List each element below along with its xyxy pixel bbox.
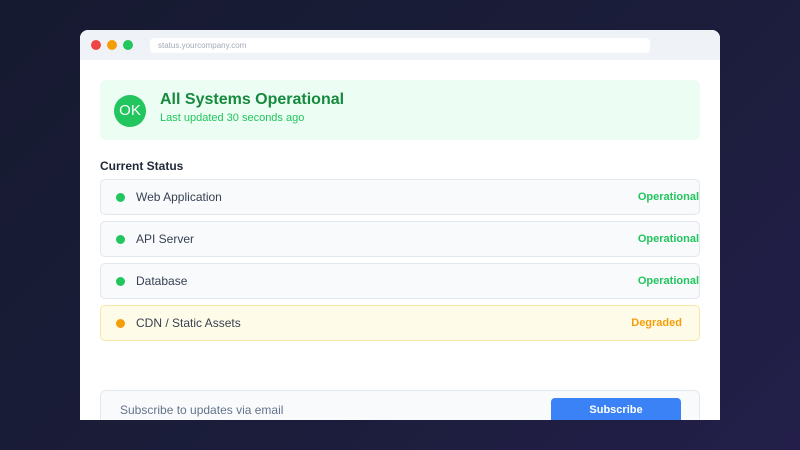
status-dot-icon xyxy=(116,277,125,286)
close-window-button[interactable] xyxy=(91,40,101,50)
service-name: Database xyxy=(136,274,188,288)
service-status: Operational xyxy=(637,233,699,245)
browser-titlebar: status.yourcompany.com xyxy=(80,30,720,60)
maximize-window-button[interactable] xyxy=(123,40,133,50)
browser-window: status.yourcompany.com OK All Systems Op… xyxy=(80,30,720,420)
status-dot-icon xyxy=(116,235,125,244)
minimize-window-button[interactable] xyxy=(107,40,117,50)
service-status: Operational xyxy=(637,191,699,203)
subscribe-button[interactable]: Subscribe xyxy=(551,398,681,420)
service-name: Web Application xyxy=(136,190,222,204)
status-page: OK All Systems Operational Last updated … xyxy=(100,80,700,420)
service-row-api-server: API Server Operational xyxy=(100,221,700,257)
status-dot-icon xyxy=(116,193,125,202)
address-bar[interactable]: status.yourcompany.com xyxy=(150,38,650,53)
email-subscribe-input[interactable] xyxy=(111,397,531,420)
service-row-cdn-static-assets: CDN / Static Assets Degraded xyxy=(100,305,700,341)
current-status-heading: Current Status xyxy=(100,159,184,173)
banner-title: All Systems Operational xyxy=(160,91,345,108)
status-dot-icon xyxy=(116,319,125,328)
status-banner: OK All Systems Operational Last updated … xyxy=(100,80,700,140)
ok-status-icon: OK xyxy=(114,95,146,127)
service-name: CDN / Static Assets xyxy=(136,316,241,330)
service-row-database: Database Operational xyxy=(100,263,700,299)
service-name: API Server xyxy=(136,232,195,246)
service-row-web-application: Web Application Operational xyxy=(100,179,700,215)
subscribe-form: Subscribe xyxy=(100,390,700,420)
service-status: Operational xyxy=(637,275,699,287)
last-updated-text: Last updated 30 seconds ago xyxy=(160,112,305,124)
service-status: Degraded xyxy=(631,317,682,329)
